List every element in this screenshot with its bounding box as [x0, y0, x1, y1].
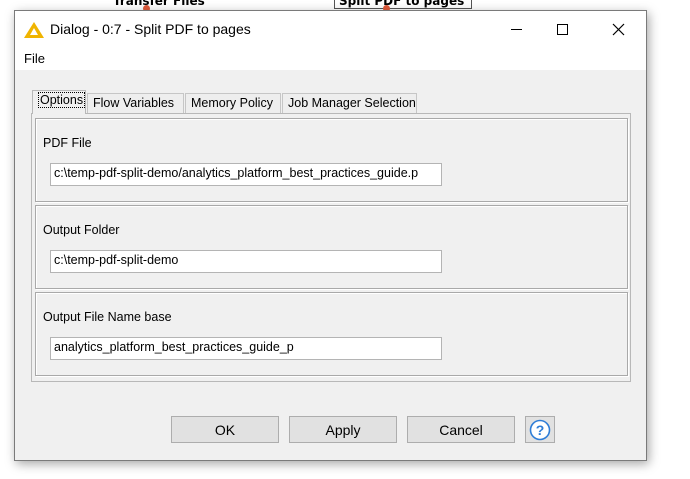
pdf-file-input[interactable]: c:\temp-pdf-split-demo/analytics_platfor…	[50, 163, 442, 186]
window-title: Dialog - 0:7 - Split PDF to pages	[50, 21, 251, 37]
knime-triangle-icon	[24, 22, 44, 38]
output-folder-label: Output Folder	[43, 223, 120, 237]
output-file-name-base-input[interactable]: analytics_platform_best_practices_guide_…	[50, 337, 442, 360]
help-button[interactable]: ?	[525, 416, 555, 443]
tab-options[interactable]: Options	[32, 90, 86, 114]
title-bar[interactable]: Dialog - 0:7 - Split PDF to pages	[15, 11, 646, 48]
help-glyph: ?	[536, 422, 545, 438]
output-file-name-base-group: Output File Name base analytics_platform…	[35, 292, 628, 376]
help-icon: ?	[529, 419, 551, 440]
pdf-file-group: PDF File c:\temp-pdf-split-demo/analytic…	[35, 118, 628, 202]
tab-memory-policy[interactable]: Memory Policy	[185, 93, 281, 113]
minimize-button[interactable]	[493, 11, 539, 48]
workflow-node-split-pdf[interactable]: Split PDF to pages	[334, 0, 472, 12]
output-file-name-base-label: Output File Name base	[43, 310, 172, 324]
maximize-icon	[556, 24, 568, 35]
tab-label: Options	[38, 92, 86, 108]
apply-button[interactable]: Apply	[289, 416, 397, 443]
options-panel: PDF File c:\temp-pdf-split-demo/analytic…	[31, 113, 631, 382]
menu-bar: File	[15, 48, 646, 70]
dialog-window: Dialog - 0:7 - Split PDF to pages File O…	[14, 10, 647, 461]
ok-button[interactable]: OK	[171, 416, 279, 443]
cancel-button[interactable]: Cancel	[407, 416, 515, 443]
workflow-node-transfer-files[interactable]: Transfer Files	[105, 0, 215, 12]
workflow-node-label: Split PDF to pages	[339, 0, 465, 8]
close-button[interactable]	[595, 11, 641, 48]
output-folder-input[interactable]: c:\temp-pdf-split-demo	[50, 250, 442, 273]
maximize-button[interactable]	[539, 11, 585, 48]
tab-job-manager-selection[interactable]: Job Manager Selection	[282, 93, 417, 113]
minimize-icon	[510, 29, 522, 30]
menu-file[interactable]: File	[24, 51, 45, 66]
output-folder-group: Output Folder c:\temp-pdf-split-demo	[35, 205, 628, 289]
close-icon	[612, 23, 624, 36]
workflow-node-label: Transfer Files	[113, 0, 205, 8]
pdf-file-label: PDF File	[43, 136, 92, 150]
tab-flow-variables[interactable]: Flow Variables	[87, 93, 184, 113]
